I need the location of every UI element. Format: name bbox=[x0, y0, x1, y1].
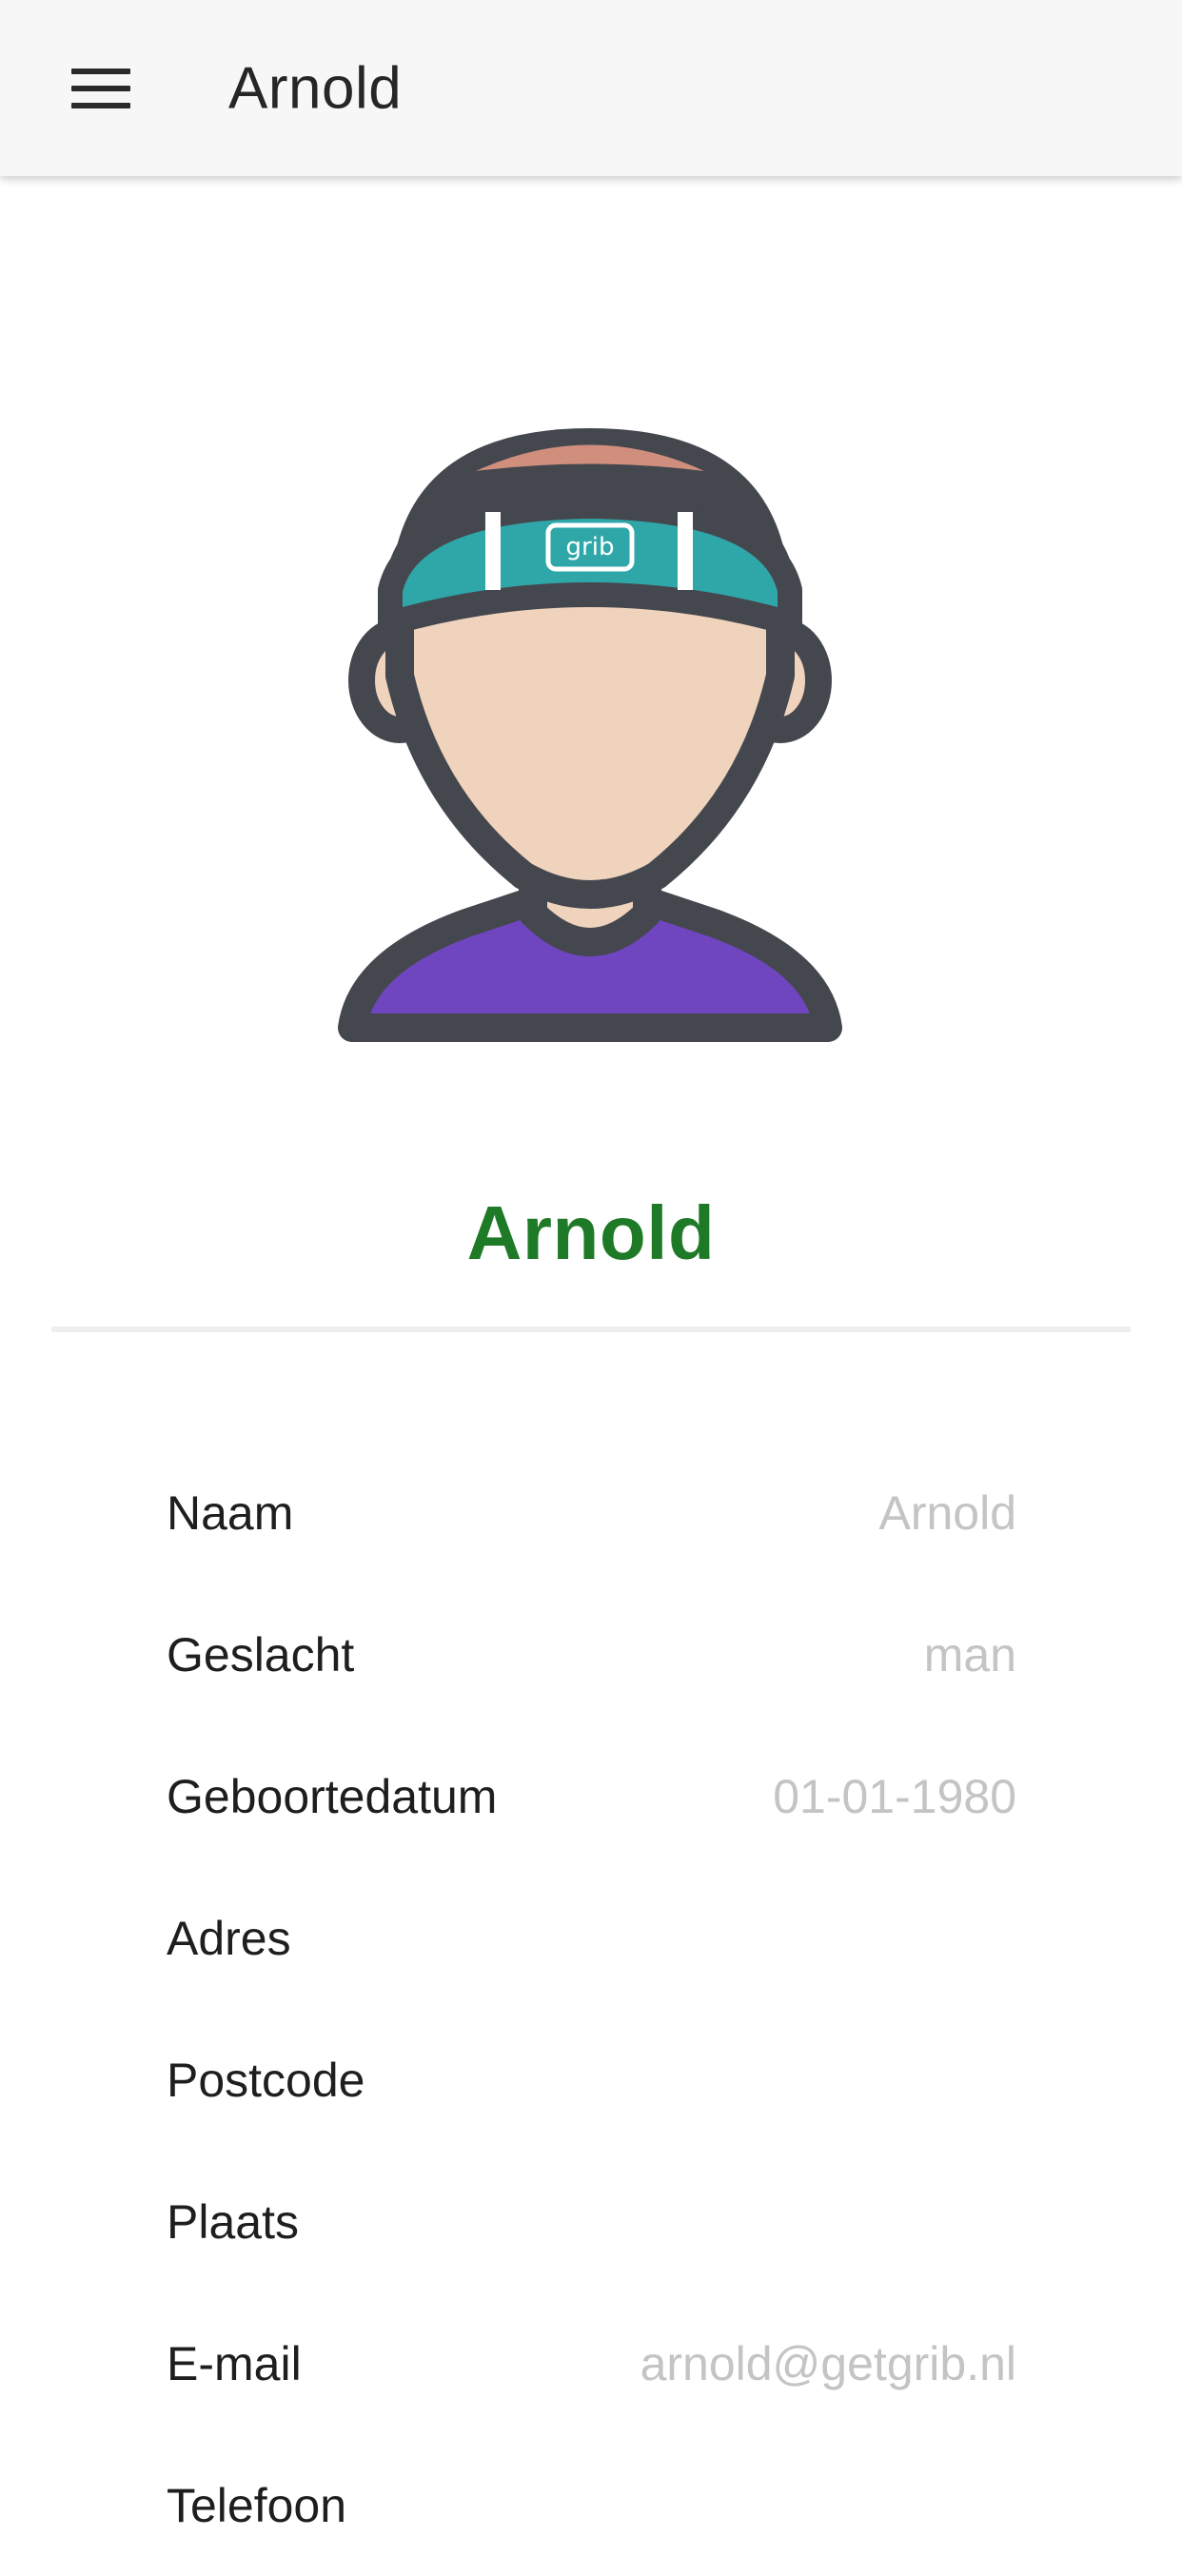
field-label: Telefoon bbox=[167, 2478, 347, 2532]
avatar-illustration: grib bbox=[338, 428, 842, 1042]
field-label: Naam bbox=[167, 1485, 294, 1540]
info-row-telefoon[interactable]: Telefoon bbox=[167, 2434, 1016, 2576]
avatar-badge-text: grib bbox=[566, 533, 615, 561]
hamburger-icon bbox=[71, 68, 130, 108]
field-label: Adres bbox=[167, 1911, 291, 1965]
field-value: man bbox=[923, 1627, 1016, 1681]
field-label: Plaats bbox=[167, 2194, 299, 2249]
field-value: 01-01-1980 bbox=[773, 1769, 1016, 1823]
app-bar: Arnold bbox=[0, 0, 1182, 176]
info-row-email[interactable]: E-mail arnold@getgrib.nl bbox=[167, 2292, 1016, 2434]
field-label: Geboortedatum bbox=[167, 1769, 498, 1823]
field-label: Postcode bbox=[167, 2053, 365, 2107]
field-label: E-mail bbox=[167, 2336, 302, 2390]
info-row-adres[interactable]: Adres bbox=[167, 1867, 1016, 2009]
profile-name: Arnold bbox=[466, 1190, 716, 1275]
app-bar-title: Arnold bbox=[228, 55, 403, 121]
info-row-naam[interactable]: Naam Arnold bbox=[167, 1442, 1016, 1583]
menu-button[interactable] bbox=[51, 39, 150, 138]
info-row-geboortedatum[interactable]: Geboortedatum 01-01-1980 bbox=[167, 1725, 1016, 1867]
info-row-geslacht[interactable]: Geslacht man bbox=[167, 1583, 1016, 1725]
divider bbox=[51, 1327, 1131, 1332]
field-value: arnold@getgrib.nl bbox=[640, 2336, 1016, 2390]
info-row-postcode[interactable]: Postcode bbox=[167, 2009, 1016, 2151]
profile-info-list: Naam Arnold Geslacht man Geboortedatum 0… bbox=[167, 1442, 1016, 2576]
field-value: Arnold bbox=[878, 1485, 1016, 1540]
avatar: grib bbox=[333, 400, 847, 1047]
field-label: Geslacht bbox=[167, 1627, 355, 1681]
info-row-plaats[interactable]: Plaats bbox=[167, 2151, 1016, 2292]
